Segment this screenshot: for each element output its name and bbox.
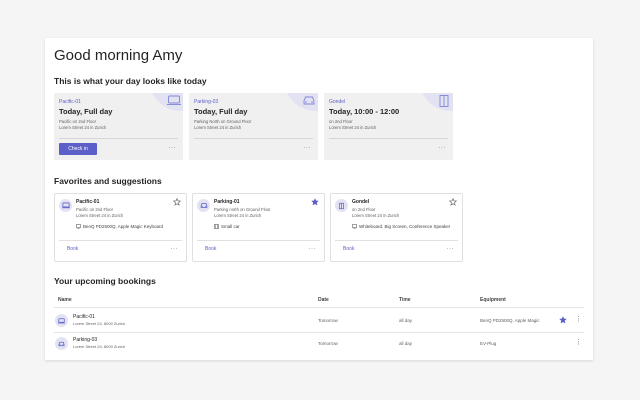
- more-options-icon[interactable]: ···: [309, 246, 317, 252]
- row-time: all day: [399, 318, 413, 323]
- row-address: Lorem Street 24, 8000 Zurich: [73, 344, 126, 349]
- card-divider: [335, 240, 458, 241]
- today-section-title: This is what your day looks like today: [54, 76, 207, 86]
- more-options-icon[interactable]: ···: [439, 145, 447, 151]
- card-address: Lorem Street 24 in Zurich: [214, 213, 262, 218]
- card-address: Lorem Street 24 in Zurich: [329, 125, 377, 130]
- row-equipment: BenQ PD2500Q, Apple Magic: [480, 318, 540, 323]
- card-location: Pacific on 2nd Floor: [59, 119, 97, 124]
- card-space-name: Pacific-01: [59, 99, 81, 105]
- card-location: on 2nd Floor: [352, 207, 376, 212]
- row-space-name: Parking-03: [73, 337, 98, 343]
- table-divider: [54, 307, 584, 308]
- table-divider: [54, 332, 584, 333]
- equipment-text: BenQ PD2500Q, Apple Magic Keyboard: [83, 224, 164, 229]
- greeting-title: Good morning Amy: [54, 47, 183, 64]
- home-panel: Good morning Amy This is what your day l…: [45, 38, 593, 360]
- check-in-button[interactable]: Check in: [59, 143, 97, 155]
- card-space-name: Parking-03: [194, 99, 219, 105]
- today-card-gondel[interactable]: Gondel Today, 10:00 - 12:00 on 2nd Floor…: [324, 93, 453, 160]
- favorite-star-outline-icon[interactable]: [449, 198, 457, 206]
- card-divider: [329, 138, 448, 139]
- today-card-parking[interactable]: Parking-03 Today, Full day Parking North…: [189, 93, 318, 160]
- column-header-name[interactable]: Name: [58, 297, 72, 303]
- card-divider: [194, 138, 313, 139]
- card-space-name: Gondel: [352, 199, 370, 205]
- favorite-card-pacific[interactable]: Pacific-01 Pacific on 2nd Floor Lorem St…: [54, 193, 187, 262]
- equipment-text: Small car: [221, 224, 240, 229]
- book-button[interactable]: Book: [205, 246, 216, 252]
- favorite-card-parking[interactable]: Parking-01 Parking north on Ground Floor…: [192, 193, 325, 262]
- card-space-name: Gondel: [329, 99, 346, 105]
- room-icon: [439, 95, 449, 107]
- card-equipment: Whiteboard, Big Screen, Conference Speak…: [352, 224, 450, 229]
- equipment-text: Whiteboard, Big Screen, Conference Speak…: [359, 224, 451, 229]
- card-location: Pacific on 2nd Floor: [76, 207, 114, 212]
- row-space-name: Pacific-01: [73, 314, 95, 320]
- row-date: Tomorrow: [318, 318, 338, 323]
- card-when: Today, Full day: [194, 107, 248, 116]
- space-icon-badge: [197, 199, 210, 212]
- row-address: Lorem Street 24, 8000 Zurich: [73, 321, 126, 326]
- card-location: Parking North on Ground Floor: [194, 119, 252, 124]
- room-icon: [339, 202, 344, 209]
- favorite-star-filled-icon[interactable]: [311, 198, 319, 206]
- card-space-name: Parking-01: [214, 199, 240, 205]
- column-header-date[interactable]: Date: [318, 297, 329, 303]
- card-equipment: BenQ PD2500Q, Apple Magic Keyboard: [76, 224, 163, 229]
- parking-icon: [214, 224, 219, 229]
- card-address: Lorem Street 24 in Zurich: [352, 213, 400, 218]
- card-space-name: Pacific-01: [76, 199, 100, 205]
- space-icon-badge: [335, 199, 348, 212]
- equipment-icon: [352, 224, 357, 229]
- card-address: Lorem Street 24 in Zurich: [76, 213, 124, 218]
- car-icon: [200, 203, 207, 208]
- more-options-icon[interactable]: ⋮: [575, 316, 582, 323]
- card-divider: [59, 138, 178, 139]
- card-address: Lorem Street 24 in Zurich: [59, 125, 107, 130]
- book-button[interactable]: Book: [67, 246, 78, 252]
- more-options-icon[interactable]: ···: [304, 145, 312, 151]
- card-divider: [59, 240, 182, 241]
- card-decoration: [149, 93, 183, 111]
- today-card-pacific[interactable]: Pacific-01 Today, Full day Pacific on 2n…: [54, 93, 183, 160]
- column-header-time[interactable]: Time: [399, 297, 411, 303]
- card-decoration: [419, 93, 453, 111]
- column-header-equipment[interactable]: Equipment: [480, 297, 506, 303]
- more-options-icon[interactable]: ···: [447, 246, 455, 252]
- car-icon: [58, 341, 65, 346]
- favorite-card-gondel[interactable]: Gondel on 2nd Floor Lorem Street 24 in Z…: [330, 193, 463, 262]
- equipment-icon: [76, 224, 81, 229]
- upcoming-section-title: Your upcoming bookings: [54, 276, 156, 286]
- row-equipment: EV-Plug: [480, 341, 497, 346]
- row-time: all day: [399, 341, 413, 346]
- card-when: Today, Full day: [59, 107, 113, 116]
- card-address: Lorem Street 24 in Zurich: [194, 125, 242, 130]
- row-date: Tomorrow: [318, 341, 338, 346]
- desk-icon: [61, 202, 70, 209]
- desk-icon: [58, 317, 65, 323]
- card-when: Today, 10:00 - 12:00: [329, 107, 400, 116]
- favorites-section-title: Favorites and suggestions: [54, 176, 162, 186]
- card-decoration: [284, 93, 318, 111]
- card-divider: [197, 240, 320, 241]
- card-location: on 2nd Floor: [329, 119, 353, 124]
- favorite-star-filled-icon[interactable]: [559, 316, 567, 324]
- more-options-icon[interactable]: ···: [169, 145, 177, 151]
- space-icon-badge: [55, 314, 68, 327]
- desk-icon: [167, 95, 181, 105]
- more-options-icon[interactable]: ···: [171, 246, 179, 252]
- space-icon-badge: [55, 337, 68, 350]
- favorite-star-outline-icon[interactable]: [173, 198, 181, 206]
- space-icon-badge: [59, 199, 72, 212]
- book-button[interactable]: Book: [343, 246, 354, 252]
- car-icon: [303, 96, 315, 105]
- more-options-icon[interactable]: ⋮: [575, 339, 582, 346]
- card-equipment: Small car: [214, 224, 240, 229]
- card-location: Parking north on Ground Floor: [214, 207, 271, 212]
